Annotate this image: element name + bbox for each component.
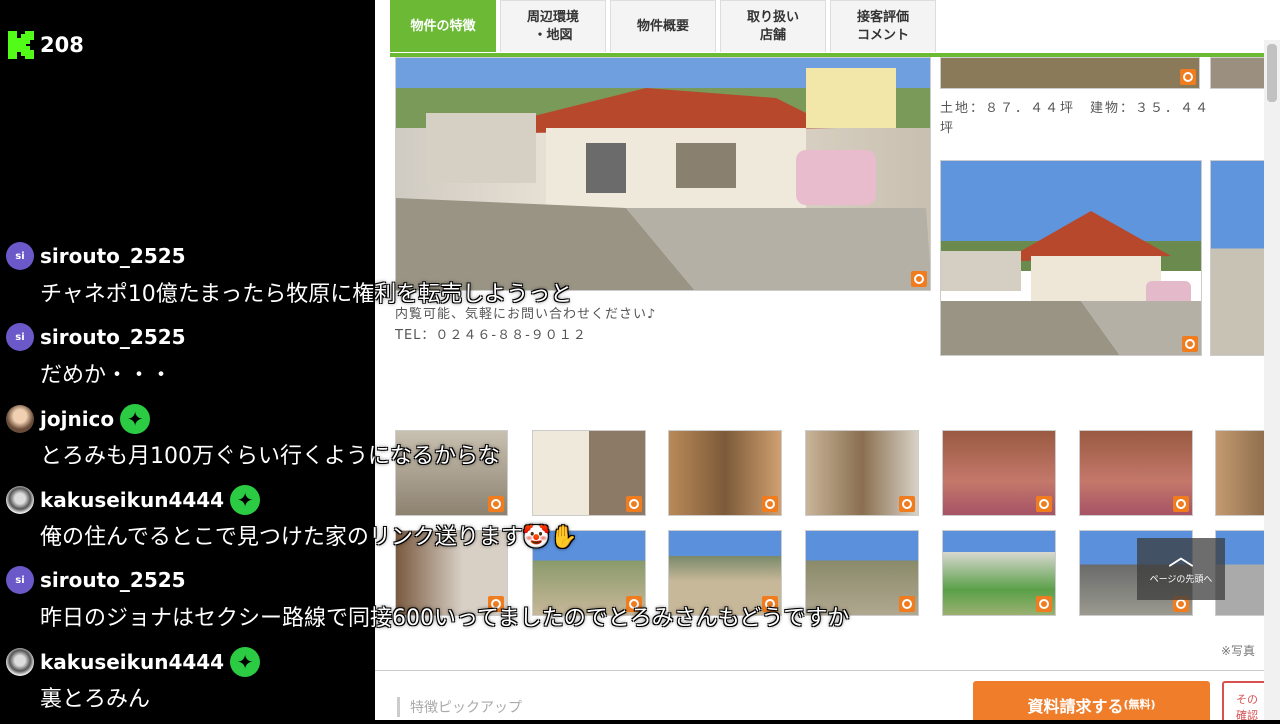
scrollbar-thumb[interactable]	[1267, 44, 1277, 102]
chat-text: とろみも月100万ぐらい行くようになるからな	[40, 444, 500, 469]
chat-message: si sirouto_2525 チャネポ10億たまったら牧原に権利を転売しようっ…	[0, 238, 960, 319]
kick-logo-icon	[8, 31, 34, 59]
photo-note: ※写真	[1221, 644, 1256, 658]
chat-username[interactable]: kakuseikun4444	[40, 488, 224, 512]
house-illustration	[941, 161, 1201, 355]
thumbnail-photo[interactable]	[1079, 430, 1193, 516]
viewer-counter: 208	[8, 31, 84, 59]
tab-store[interactable]: 取り扱い 店舗	[720, 0, 826, 52]
chat-text: 昨日のジョナはセクシー路線で同接600いってましたのでとろみさんもどうですか	[40, 606, 850, 631]
chat-message: kakuseikun4444 裏とろみん	[0, 643, 960, 724]
chat-username[interactable]: kakuseikun4444	[40, 650, 224, 674]
zoom-icon[interactable]	[1036, 496, 1052, 512]
avatar: si	[6, 566, 34, 594]
avatar	[6, 405, 34, 433]
chat-text: 俺の住んでるとこで見つけた家のリンク送ります🤡✋	[40, 525, 578, 550]
avatar: si	[6, 242, 34, 270]
tab-surroundings-map[interactable]: 周辺環境 ・地図	[500, 0, 606, 52]
request-button-sub: (無料)	[1123, 698, 1156, 711]
scrollbar[interactable]	[1264, 40, 1280, 720]
side-photo-top[interactable]	[940, 57, 1200, 89]
side-house-photo[interactable]	[940, 160, 1202, 356]
scroll-top-label: ページの先頭へ	[1149, 575, 1213, 585]
zoom-icon[interactable]	[1036, 596, 1052, 612]
chat-message: si sirouto_2525 昨日のジョナはセクシー路線で同接600いってまし…	[0, 562, 960, 643]
chat-text: 裏とろみん	[40, 687, 151, 712]
zoom-icon[interactable]	[1180, 69, 1196, 85]
avatar	[6, 486, 34, 514]
verified-badge-icon	[230, 485, 261, 515]
chat-message: kakuseikun4444 俺の住んでるとこで見つけた家のリンク送ります🤡✋	[0, 481, 960, 562]
zoom-icon[interactable]	[1173, 496, 1189, 512]
chat-text: チャネポ10億たまったら牧原に権利を転売しようっと	[40, 282, 573, 307]
chat-username[interactable]: sirouto_2525	[40, 568, 186, 592]
tab-reviews[interactable]: 接客評価 コメント	[830, 0, 936, 52]
chat-overlay: si sirouto_2525 チャネポ10億たまったら牧原に権利を転売しようっ…	[0, 238, 960, 724]
zoom-icon[interactable]	[1182, 336, 1198, 352]
chat-text: だめか・・・	[40, 363, 173, 388]
verified-badge-icon	[230, 647, 261, 677]
avatar	[6, 648, 34, 676]
avatar: si	[6, 323, 34, 351]
chevron-up-icon: ︿	[1167, 542, 1194, 572]
chat-username[interactable]: sirouto_2525	[40, 325, 186, 349]
floor-area-text: 土地：８７．４４坪 建物：３５．４４坪	[940, 101, 1211, 136]
listing-tabs: 物件の特徴 周辺環境 ・地図 物件概要 取り扱い 店舗 接客評価 コメント	[390, 0, 940, 56]
thumbnail-photo[interactable]	[1215, 430, 1270, 516]
side-photo-top-2[interactable]	[1210, 57, 1270, 89]
side-house-photo-2[interactable]	[1210, 160, 1270, 356]
verified-badge-icon	[120, 404, 151, 434]
request-materials-button[interactable]: 資料請求する (無料)	[973, 681, 1210, 720]
chat-message: jojnico とろみも月100万ぐらい行くようになるからな	[0, 400, 960, 481]
viewer-count: 208	[40, 33, 84, 57]
chat-username[interactable]: jojnico	[40, 407, 114, 431]
tab-overview[interactable]: 物件概要	[610, 0, 716, 52]
chat-message: si sirouto_2525 だめか・・・	[0, 319, 960, 400]
request-button-label: 資料請求する	[1027, 697, 1124, 716]
scroll-to-top-button[interactable]: ︿ ページの先頭へ	[1137, 538, 1225, 600]
tab-features[interactable]: 物件の特徴	[390, 0, 496, 52]
chat-username[interactable]: sirouto_2525	[40, 244, 186, 268]
